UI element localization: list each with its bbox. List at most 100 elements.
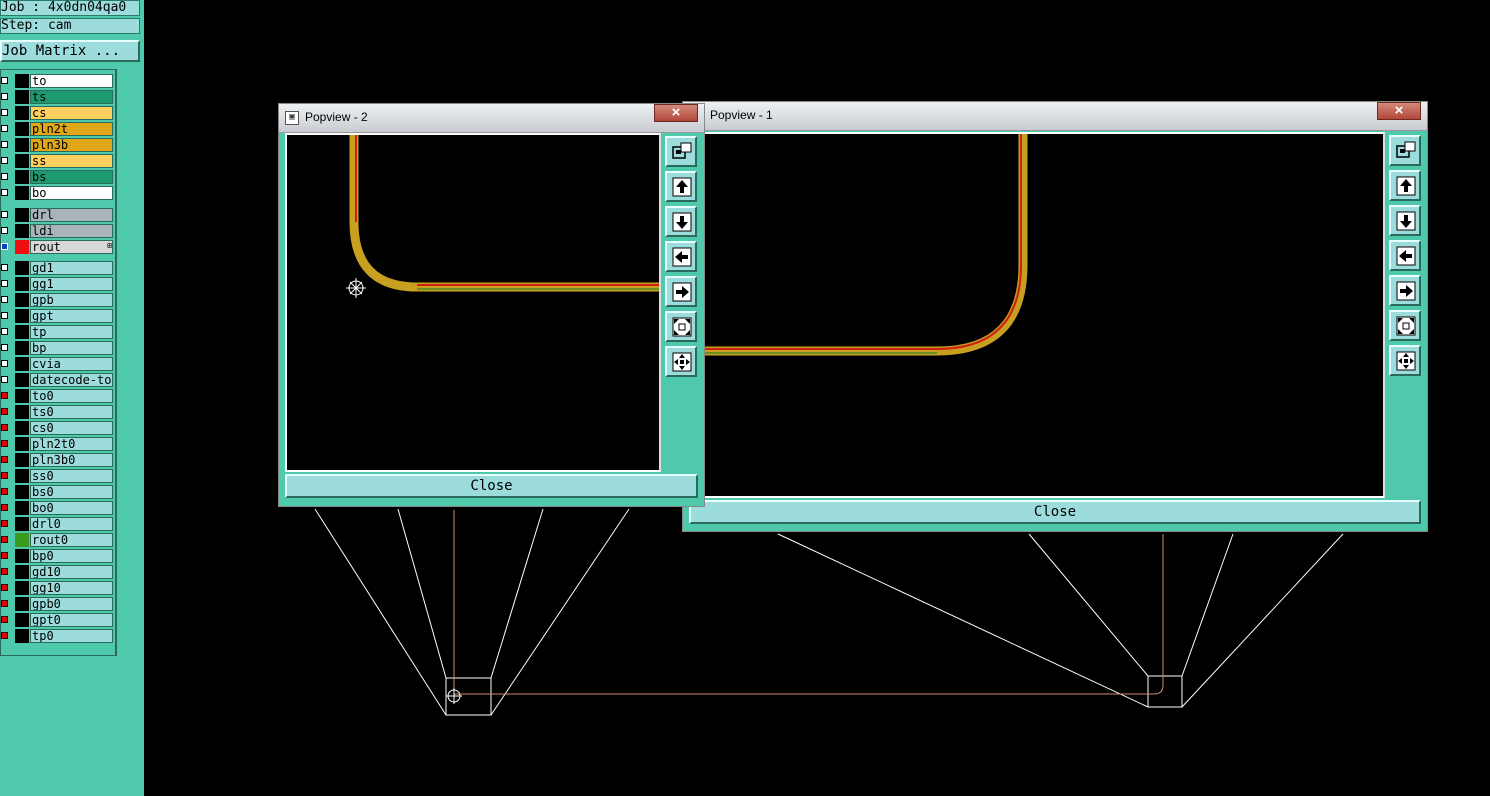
layer-color-swatch[interactable] — [15, 309, 29, 323]
layer-name[interactable]: bs0 — [30, 485, 113, 499]
layer-checkbox[interactable] — [1, 296, 8, 303]
pan-down-button[interactable] — [1389, 205, 1421, 236]
layer-checkbox[interactable] — [1, 243, 8, 250]
layer-checkbox[interactable] — [1, 552, 8, 559]
layer-name[interactable]: gpb — [30, 293, 113, 307]
pan-right-button[interactable] — [1389, 275, 1421, 306]
layer-color-swatch[interactable] — [15, 373, 29, 387]
layer-row[interactable]: gpt — [1, 309, 113, 323]
layer-row[interactable]: ts0 — [1, 405, 113, 419]
layer-name[interactable]: pln2t0 — [30, 437, 113, 451]
layer-row[interactable]: bp — [1, 341, 113, 355]
popview-2-canvas[interactable] — [285, 133, 661, 472]
layer-row[interactable]: ss0 — [1, 469, 113, 483]
job-matrix-button[interactable]: Job Matrix ... — [0, 40, 140, 62]
layer-row[interactable]: datecode-to — [1, 373, 113, 387]
zoom-fit-button[interactable] — [665, 311, 697, 342]
layer-checkbox[interactable] — [1, 424, 8, 431]
layer-color-swatch[interactable] — [15, 106, 29, 120]
layer-color-swatch[interactable] — [15, 293, 29, 307]
layer-checkbox[interactable] — [1, 616, 8, 623]
zoom-center-button[interactable] — [665, 346, 697, 377]
zoom-fit-button[interactable] — [1389, 310, 1421, 341]
layer-row[interactable]: bp0 — [1, 549, 113, 563]
layer-color-swatch[interactable] — [15, 549, 29, 563]
layer-checkbox[interactable] — [1, 440, 8, 447]
layer-checkbox[interactable] — [1, 520, 8, 527]
layer-checkbox[interactable] — [1, 600, 8, 607]
layer-row[interactable]: to0 — [1, 389, 113, 403]
layer-checkbox[interactable] — [1, 328, 8, 335]
layer-name[interactable]: to — [30, 74, 113, 88]
layer-checkbox[interactable] — [1, 568, 8, 575]
layer-name[interactable]: bp0 — [30, 549, 113, 563]
layer-name[interactable]: bo0 — [30, 501, 113, 515]
layer-checkbox[interactable] — [1, 77, 8, 84]
layer-row[interactable]: gpb0 — [1, 597, 113, 611]
popview-1-close-x-button[interactable]: × — [1377, 102, 1421, 120]
layer-row[interactable]: pln3b0 — [1, 453, 113, 467]
layer-name[interactable]: ss0 — [30, 469, 113, 483]
layer-color-swatch[interactable] — [15, 389, 29, 403]
layer-row[interactable]: gd1 — [1, 261, 113, 275]
popview-2-titlebar[interactable]: ▣ Popview - 2 — [279, 104, 704, 133]
layer-checkbox[interactable] — [1, 157, 8, 164]
layer-color-swatch[interactable] — [15, 224, 29, 238]
pan-left-button[interactable] — [1389, 240, 1421, 271]
layer-row[interactable]: pln2t — [1, 122, 113, 136]
layer-row[interactable]: pln3b — [1, 138, 113, 152]
layer-color-swatch[interactable] — [15, 325, 29, 339]
layer-checkbox[interactable] — [1, 536, 8, 543]
layer-checkbox[interactable] — [1, 189, 8, 196]
pan-up-button[interactable] — [665, 171, 697, 202]
pan-up-button[interactable] — [1389, 170, 1421, 201]
layer-name[interactable]: rout0 — [30, 533, 113, 547]
layer-checkbox[interactable] — [1, 141, 8, 148]
layer-row[interactable]: ldi — [1, 224, 113, 238]
layer-checkbox[interactable] — [1, 360, 8, 367]
layer-name[interactable]: ss — [30, 154, 113, 168]
layer-color-swatch[interactable] — [15, 341, 29, 355]
layer-color-swatch[interactable] — [15, 122, 29, 136]
layer-checkbox[interactable] — [1, 280, 8, 287]
popview-1-close-button[interactable]: Close — [689, 500, 1421, 524]
layer-name[interactable]: datecode-to — [30, 373, 113, 387]
layer-color-swatch[interactable] — [15, 437, 29, 451]
layer-color-swatch[interactable] — [15, 613, 29, 627]
layer-name[interactable]: ts — [30, 90, 113, 104]
layer-name[interactable]: gd1 — [30, 261, 113, 275]
layer-name[interactable]: gd10 — [30, 565, 113, 579]
layer-color-swatch[interactable] — [15, 453, 29, 467]
layer-name[interactable]: pln3b — [30, 138, 113, 152]
layer-color-swatch[interactable] — [15, 501, 29, 515]
layer-row[interactable]: cvia — [1, 357, 113, 371]
layer-name[interactable]: cs0 — [30, 421, 113, 435]
layer-name[interactable]: rout — [30, 240, 113, 254]
layer-color-swatch[interactable] — [15, 186, 29, 200]
layer-color-swatch[interactable] — [15, 469, 29, 483]
pan-right-button[interactable] — [665, 276, 697, 307]
popview-2-close-button[interactable]: Close — [285, 474, 698, 498]
layer-name[interactable]: gpb0 — [30, 597, 113, 611]
layer-color-swatch[interactable] — [15, 138, 29, 152]
layer-color-swatch[interactable] — [15, 629, 29, 643]
layer-row[interactable]: drl0 — [1, 517, 113, 531]
layer-color-swatch[interactable] — [15, 565, 29, 579]
layer-color-swatch[interactable] — [15, 405, 29, 419]
pan-down-button[interactable] — [665, 206, 697, 237]
zoom-center-button[interactable] — [1389, 345, 1421, 376]
layer-color-swatch[interactable] — [15, 597, 29, 611]
layer-color-swatch[interactable] — [15, 421, 29, 435]
layer-checkbox[interactable] — [1, 408, 8, 415]
layer-row[interactable]: bo — [1, 186, 113, 200]
layer-checkbox[interactable] — [1, 227, 8, 234]
layer-row[interactable]: cs0 — [1, 421, 113, 435]
layer-row[interactable]: gg1 — [1, 277, 113, 291]
layer-color-swatch[interactable] — [15, 208, 29, 222]
layer-row[interactable]: to — [1, 74, 113, 88]
layer-name[interactable]: tp — [30, 325, 113, 339]
layer-checkbox[interactable] — [1, 264, 8, 271]
layer-row[interactable]: tp — [1, 325, 113, 339]
layer-row[interactable]: bs0 — [1, 485, 113, 499]
pan-left-button[interactable] — [665, 241, 697, 272]
